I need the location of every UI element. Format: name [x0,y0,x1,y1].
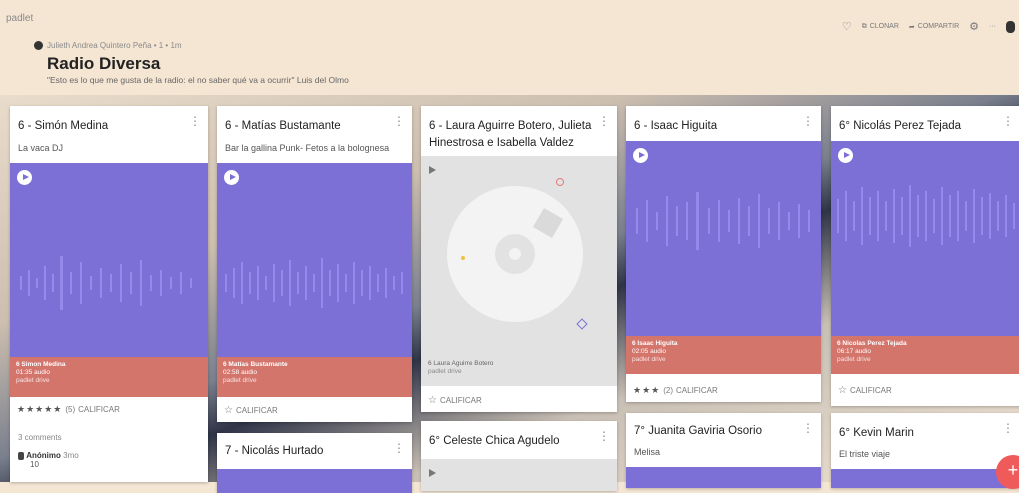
kebab-menu-icon[interactable]: ⋮ [802,421,814,435]
kebab-menu-icon[interactable]: ⋮ [802,114,814,128]
post-card[interactable]: 6 - Laura Aguirre Botero, Julieta Hinest… [421,106,617,412]
heart-icon[interactable]: ♡ [842,20,852,33]
page-title: Radio Diversa [47,54,161,73]
more-button[interactable]: ··· [989,23,996,30]
dot-shape-icon [461,256,465,260]
waveform-graphic [636,192,810,250]
share-button[interactable]: ➦ COMPARTIR [909,23,959,31]
brand-label[interactable]: padlet [6,13,33,24]
post-card[interactable]: 6 - Simón Medina ⋮ La vaca DJ 6 Simon Me… [10,106,208,482]
circle-shape-icon [556,178,564,186]
waveform-graphic [225,258,403,308]
post-title: 7 - Nicolás Hurtado [225,445,324,457]
audio-player[interactable] [831,141,1019,336]
post-description: Bar la gallina Punk- Fetos a la bolognes… [225,143,390,153]
disc-graphic [447,186,583,322]
star-outline-icon[interactable]: ☆ [224,405,233,416]
star-rating[interactable]: ★★★★★ [17,404,62,415]
rate-button[interactable]: CALIFICAR [236,406,278,415]
rate-button[interactable]: CALIFICAR [676,386,718,395]
post-title: 6° Nicolás Perez Tejada [839,120,962,132]
audio-player[interactable] [10,163,208,357]
post-title: 6° Kevin Marin [839,427,914,439]
rating-row[interactable]: ☆ CALIFICAR [224,405,278,416]
audio-player[interactable] [217,163,412,357]
post-card[interactable]: 7 - Nicolás Hurtado ⋮ [217,433,412,493]
share-icon: ➦ [908,23,915,31]
audio-player[interactable] [217,469,412,493]
audio-player[interactable] [626,467,821,488]
kebab-menu-icon[interactable]: ⋮ [1002,114,1014,128]
post-description: La vaca DJ [18,143,64,153]
audio-meta: 6 Isaac Higuita 02:05 audio padlet drive [626,336,821,374]
comments-count[interactable]: 3 comments [18,433,62,442]
kebab-menu-icon[interactable]: ⋮ [393,114,405,128]
play-icon[interactable] [838,148,853,163]
rating-row[interactable]: ★★★ (2) CALIFICAR [633,385,718,396]
rating-row[interactable]: ☆ CALIFICAR [838,385,892,396]
post-card[interactable]: 6 - Isaac Higuita ⋮ 6 Isaac Higuita 02:0… [626,106,821,402]
header-actions: ♡ ⧉ CLONAR ➦ COMPARTIR ⚙ ··· [842,20,1015,33]
kebab-menu-icon[interactable]: ⋮ [393,441,405,455]
audio-placeholder[interactable] [421,459,617,491]
waveform-graphic [837,185,1015,247]
star-outline-icon[interactable]: ☆ [838,385,847,396]
audio-placeholder[interactable]: 6 Laura Aguirre Botero padlet drive [421,156,617,386]
play-icon[interactable] [633,148,648,163]
user-avatar[interactable] [1006,20,1015,33]
post-description: El triste viaje [839,449,891,459]
post-title: 6 - Simón Medina [18,120,109,132]
play-icon[interactable] [224,170,239,185]
post-card[interactable]: 7° Juanita Gaviria Osorio ⋮ Melisa [626,413,821,488]
audio-meta: 6 Nicolas Perez Tejada 06:17 audio padle… [831,336,1019,374]
padlet-header: padlet Julieth Andrea Quintero Peña • 1 … [0,0,1019,95]
author-avatar[interactable] [34,41,43,50]
rate-button[interactable]: CALIFICAR [440,396,482,405]
post-card[interactable]: 6 - Matías Bustamante ⋮ Bar la gallina P… [217,106,412,422]
kebab-menu-icon[interactable]: ⋮ [189,114,201,128]
user-icon [18,451,24,460]
page-subtitle: "Esto es lo que me gusta de la radio: el… [47,75,349,85]
rate-button[interactable]: CALIFICAR [850,386,892,395]
kebab-menu-icon[interactable]: ⋮ [1002,421,1014,435]
clone-button[interactable]: ⧉ CLONAR [862,23,899,31]
author-text: Julieth Andrea Quintero Peña • 1 • 1m [47,41,182,50]
audio-caption: 6 Laura Aguirre Botero padlet drive [428,360,494,375]
star-outline-icon[interactable]: ☆ [428,395,437,406]
rate-button[interactable]: CALIFICAR [78,405,120,414]
post-card[interactable]: 6° Celeste Chica Agudelo ⋮ [421,421,617,491]
waveform-graphic [20,256,192,310]
post-title: 7° Juanita Gaviria Osorio [634,425,762,437]
rating-row[interactable]: ☆ CALIFICAR [428,395,482,406]
kebab-menu-icon[interactable]: ⋮ [598,114,610,128]
play-icon[interactable] [429,166,436,174]
audio-meta: 6 Simon Medina 01:35 audio padlet drive [10,357,208,397]
play-icon[interactable] [17,170,32,185]
post-description: Melisa [634,447,661,457]
post-title: 6 - Matías Bustamante [225,120,341,132]
comment-item: Anónimo 3mo 10 [18,451,79,469]
play-icon[interactable] [429,469,436,477]
post-title: 6° Celeste Chica Agudelo [429,435,560,447]
star-rating[interactable]: ★★★ [633,385,660,396]
audio-player[interactable] [626,141,821,336]
author-line: Julieth Andrea Quintero Peña • 1 • 1m [34,41,182,50]
diamond-shape-icon [576,318,588,330]
audio-meta: 6 Matías Bustamante 02:58 audio padlet d… [217,357,412,397]
post-title: 6 - Laura Aguirre Botero, Julieta Hinest… [429,120,592,149]
rating-row[interactable]: ★★★★★ (5) CALIFICAR [17,404,120,415]
gear-icon[interactable]: ⚙ [969,20,979,33]
audio-player[interactable] [831,469,1019,488]
post-title: 6 - Isaac Higuita [634,120,718,132]
kebab-menu-icon[interactable]: ⋮ [598,429,610,443]
clone-icon: ⧉ [861,22,867,30]
post-card[interactable]: 6° Kevin Marin ⋮ El triste viaje [831,413,1019,488]
post-card[interactable]: 6° Nicolás Perez Tejada ⋮ 6 Nicolas Pere… [831,106,1019,406]
